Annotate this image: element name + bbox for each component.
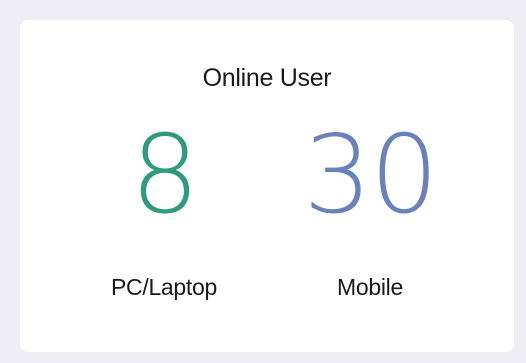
card-title: Online User [202, 64, 332, 92]
mobile-label: Mobile [337, 274, 403, 300]
online-user-card: Online User 8 PC/Laptop 30 Mobile [20, 20, 514, 352]
pc-laptop-label: PC/Laptop [111, 274, 217, 300]
mobile-metric: 30 Mobile [270, 112, 470, 301]
mobile-count: 30 [303, 113, 438, 238]
pc-laptop-count: 8 [130, 113, 200, 238]
pc-laptop-metric: 8 PC/Laptop [64, 112, 264, 301]
